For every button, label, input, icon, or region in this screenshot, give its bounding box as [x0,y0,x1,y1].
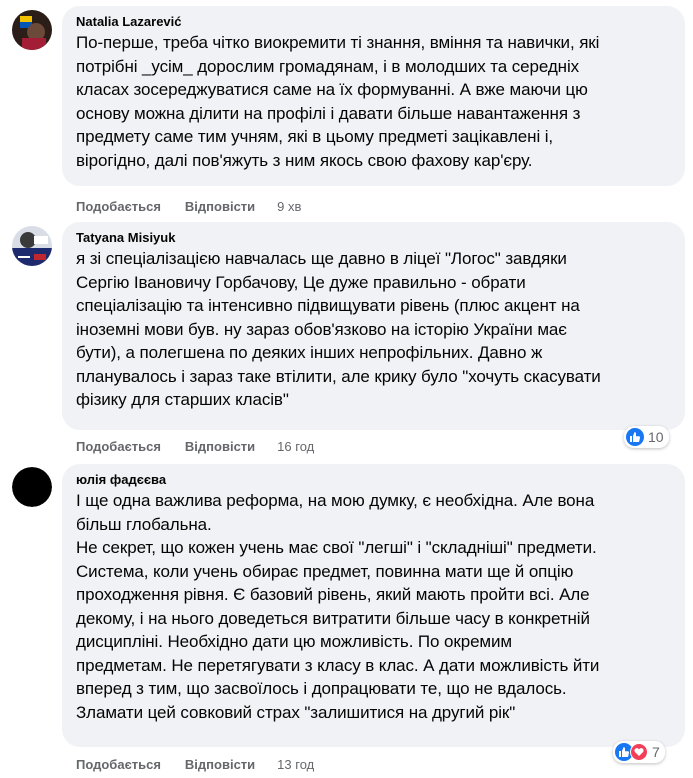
reaction-count: 10 [648,429,664,445]
reply-button[interactable]: Відповісти [185,757,255,772]
author-name[interactable]: юлія фадєєва [76,472,673,488]
heart-icon [630,743,648,761]
timestamp[interactable]: 16 год [277,439,314,454]
reaction-count: 7 [652,744,660,760]
reply-button[interactable]: Відповісти [185,199,255,214]
avatar[interactable] [12,226,52,266]
comment-text: І ще одна важлива реформа, на мою думку,… [76,491,600,722]
reaction-summary[interactable]: 7 [613,741,665,763]
timestamp[interactable]: 9 хв [277,199,301,214]
comment-text: По-перше, треба чітко виокремити ті знан… [76,33,600,170]
author-name[interactable]: Tatyana Misiyuk [76,230,673,246]
reaction-summary[interactable]: 10 [624,426,669,448]
comment-actions: Подобається Відповісти 16 год [76,437,314,455]
author-name[interactable]: Natalia Lazarević [76,14,673,30]
reply-button[interactable]: Відповісти [185,439,255,454]
like-button[interactable]: Подобається [76,199,161,214]
avatar[interactable] [12,467,52,507]
comment-bubble: Natalia Lazarević По-перше, треба чітко … [62,6,685,186]
avatar[interactable] [12,10,52,50]
comment-actions: Подобається Відповісти 13 год [76,755,314,773]
comment-bubble: юлія фадєєва І ще одна важлива реформа, … [62,464,685,747]
thumbs-up-icon [626,428,644,446]
comment-text: я зі спеціалізацією навчалась ще давно в… [76,249,601,409]
timestamp[interactable]: 13 год [277,757,314,772]
like-button[interactable]: Подобається [76,757,161,772]
comment-bubble: Tatyana Misiyuk я зі спеціалізацією навч… [62,222,685,430]
like-button[interactable]: Подобається [76,439,161,454]
comment-actions: Подобається Відповісти 9 хв [76,197,301,215]
